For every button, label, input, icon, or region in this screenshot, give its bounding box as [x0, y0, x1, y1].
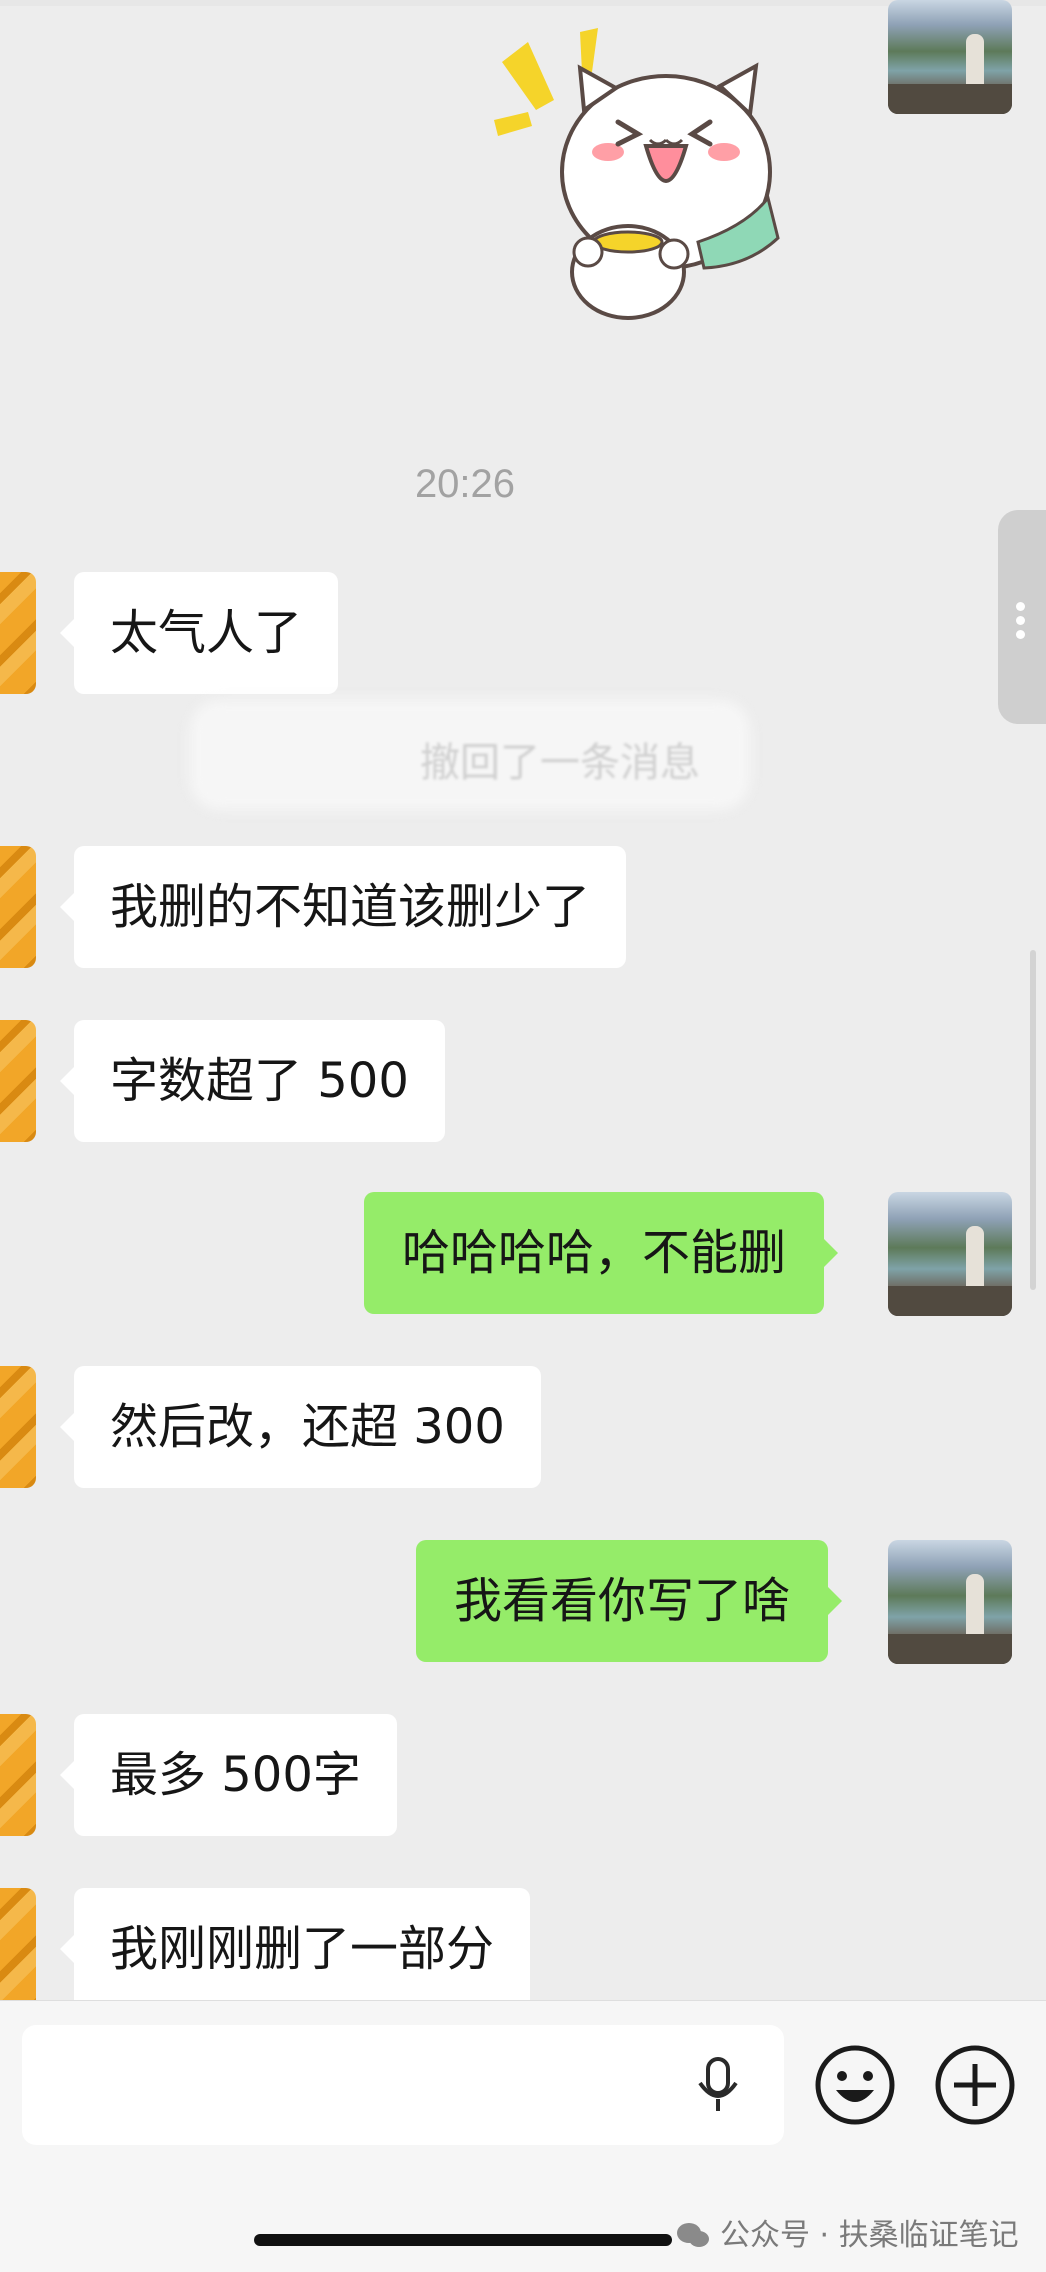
contact-avatar[interactable] [0, 1020, 36, 1142]
message-input[interactable] [22, 2025, 784, 2145]
message-bubble-incoming[interactable]: 太气人了 [59, 572, 339, 694]
my-avatar[interactable] [888, 0, 1012, 114]
voice-mic-icon[interactable] [690, 2055, 746, 2115]
message-bubble-outgoing[interactable]: 我看看你写了啥 [416, 1540, 843, 1662]
emoji-face-icon[interactable] [814, 2044, 896, 2126]
home-indicator[interactable] [254, 2234, 672, 2246]
watermark: 公众号 · 扶桑临证笔记 [676, 2210, 1019, 2254]
scroll-indicator[interactable] [1030, 950, 1036, 1290]
timestamp: 20:26 [414, 462, 516, 506]
watermark-text: 公众号 · 扶桑临证笔记 [720, 2218, 1019, 2253]
my-avatar[interactable] [888, 1540, 1012, 1664]
side-drawer-handle[interactable] [998, 510, 1046, 724]
contact-avatar[interactable] [0, 1366, 36, 1488]
contact-avatar[interactable] [0, 1888, 36, 2010]
plus-icon[interactable] [934, 2044, 1016, 2126]
message-bubble-incoming[interactable]: 最多 500字 [60, 1714, 397, 1836]
message-bubble-incoming[interactable]: 我刚刚删了一部分 [59, 1888, 531, 2010]
contact-avatar[interactable] [0, 1714, 36, 1836]
recall-notice: 撤回了一条消息 [420, 740, 700, 786]
my-avatar[interactable] [888, 1192, 1012, 1316]
message-bubble-outgoing[interactable]: 哈哈哈哈，不能删 [364, 1192, 839, 1314]
wechat-logo-icon [677, 2223, 709, 2247]
contact-avatar[interactable] [0, 572, 36, 694]
message-bubble-incoming[interactable]: 然后改，还超 300 [60, 1366, 541, 1488]
sticker-cat[interactable] [488, 22, 808, 342]
contact-avatar[interactable] [0, 846, 36, 968]
message-bubble-incoming[interactable]: 我删的不知道该删少了 [59, 846, 627, 968]
message-bubble-incoming[interactable]: 字数超了 500 [60, 1020, 445, 1142]
